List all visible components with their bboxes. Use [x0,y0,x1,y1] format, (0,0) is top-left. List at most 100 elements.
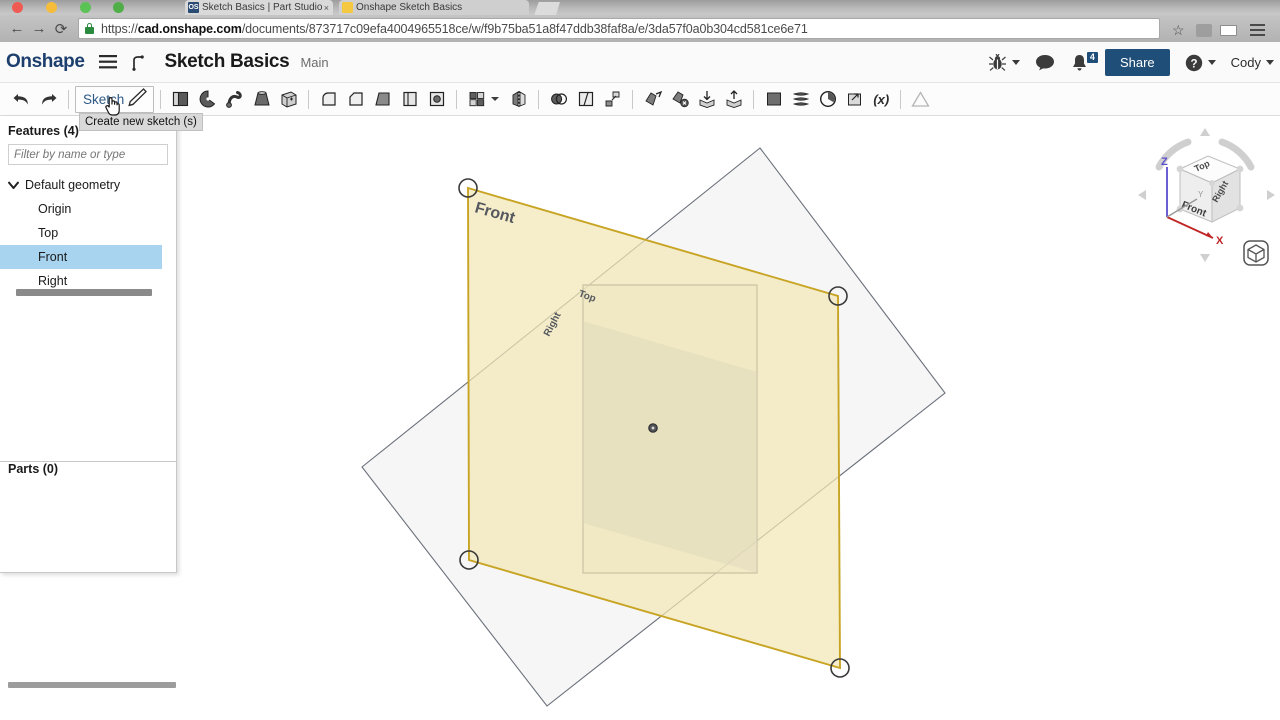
sweep-icon[interactable] [221,86,248,112]
origin-point-center [651,426,655,430]
workspace-label: Main [300,54,329,70]
feature-tree: Default geometry Origin Top Front Right [0,173,176,293]
plane-dropdown-caret-icon[interactable] [491,97,500,101]
user-name-label: Cody [1230,55,1261,70]
export-icon[interactable] [720,86,747,112]
forward-button[interactable]: → [28,20,50,37]
onshape-logo[interactable]: Onshape [6,51,85,73]
draft-icon[interactable] [369,86,396,112]
new-tab-button[interactable] [534,2,560,15]
warning-icon[interactable] [907,86,934,112]
user-menu[interactable]: Cody [1231,55,1274,70]
loft-icon[interactable] [248,86,275,112]
mirror-icon[interactable] [505,86,532,112]
delete-face-icon[interactable] [666,86,693,112]
hand-pointer-cursor [104,95,122,122]
panel-horizontal-scrollbar[interactable] [8,682,176,688]
url-host: cad.onshape.com [137,21,242,36]
extrude-icon[interactable] [167,86,194,112]
help-icon[interactable]: ? [1185,54,1216,72]
sidebar-item-front[interactable]: Front [0,245,162,269]
toolbar-divider [900,89,902,109]
fillet-icon[interactable] [315,86,342,112]
revolve-icon[interactable] [194,86,221,112]
window-minimize-button[interactable] [46,2,57,13]
back-button[interactable]: ← [6,20,28,37]
chevron-down-icon[interactable] [8,181,21,189]
shell-icon[interactable] [396,86,423,112]
undo-arrow-icon[interactable] [8,86,35,112]
browser-url-bar: ← → ⟳ https://cad.onshape.com/documents/… [0,15,1280,42]
thicken-icon[interactable] [275,86,302,112]
filter-input[interactable] [14,148,162,161]
tree-item-label: Origin [38,202,72,216]
bookmark-star-icon[interactable]: ☆ [1172,22,1185,39]
3d-viewport[interactable]: Front Top Right [177,116,1280,720]
toolbar-divider [538,89,540,109]
extension-icon-2[interactable] [1220,25,1237,36]
sidebar-item-origin[interactable]: Origin [0,197,162,221]
move-face-icon[interactable] [639,86,666,112]
share-button[interactable]: Share [1104,49,1170,76]
window-close-button[interactable] [12,2,23,13]
user-caret-icon[interactable] [1266,60,1274,65]
x-axis-line [1166,216,1214,239]
comment-icon[interactable] [1035,54,1055,71]
history-icon[interactable] [814,86,841,112]
help-caret-icon[interactable] [1207,60,1216,65]
tree-group-default-geometry[interactable]: Default geometry [0,173,176,197]
boolean-icon[interactable] [545,86,572,112]
y-axis-label: Y [1198,190,1204,199]
arrow-up-icon [1200,128,1210,136]
z-axis-label: Z [1161,156,1168,168]
feature-filter-box[interactable] [8,144,168,165]
url-path: /documents/873717c09efa4004965518ce/w/f9… [241,21,808,36]
feature-tree-rollback-bar[interactable] [16,289,152,296]
browser-tab-1-close-icon[interactable]: × [324,3,329,13]
layers-icon[interactable] [787,86,814,112]
hole-icon[interactable] [423,86,450,112]
lock-icon [85,23,94,34]
window-maximize-button[interactable] [80,2,91,13]
part-icon[interactable] [760,86,787,112]
viewport-canvas: Front Top Right [361,147,946,707]
window-extra-button[interactable] [113,2,124,13]
bug-caret-icon[interactable] [1011,60,1020,65]
derive-icon[interactable] [841,86,868,112]
split-icon[interactable] [572,86,599,112]
import-icon[interactable] [693,86,720,112]
folder-favicon [342,2,353,13]
redo-arrow-icon[interactable] [35,86,62,112]
reload-button[interactable]: ⟳ [50,20,72,38]
browser-tab-1[interactable]: OS Sketch Basics | Part Studio × [185,0,333,15]
browser-tab-2-label: Onshape Sketch Basics [356,2,463,13]
transform-icon[interactable] [599,86,626,112]
plane-icon[interactable] [463,86,490,112]
toolbar-divider [160,89,162,109]
variable-icon[interactable]: (x) [868,86,894,112]
extension-icon-1[interactable] [1196,24,1212,37]
chamfer-icon[interactable] [342,86,369,112]
parts-panel-title: Parts (0) [8,462,59,476]
browser-tab-1-label: Sketch Basics | Part Studio [202,2,323,13]
browser-menu-icon[interactable] [1250,24,1265,36]
tree-item-label: Front [38,250,68,264]
toolbar-divider [456,89,458,109]
page-title: Sketch Basics [164,51,290,72]
sketch-button-tooltip: Create new sketch (s) [79,113,203,131]
branch-icon[interactable] [131,54,145,71]
tree-item-label: Top [38,226,59,240]
tree-item-label: Right [38,274,68,288]
bug-icon[interactable] [988,53,1020,72]
hamburger-menu-icon[interactable] [98,55,117,69]
browser-tab-strip: OS Sketch Basics | Part Studio × Onshape… [0,0,1280,15]
feature-list-panel: Features (4) Default geometry Origin Top… [0,116,177,688]
browser-tab-2[interactable]: Onshape Sketch Basics [339,0,529,15]
header-right-actions: 4 Share ? Cody [973,42,1274,83]
arrow-right-icon [1267,190,1275,200]
sidebar-item-top[interactable]: Top [0,221,162,245]
address-bar[interactable]: https://cad.onshape.com/documents/873717… [78,18,1160,39]
toolbar-divider [308,89,310,109]
view-home-cube-icon[interactable] [1243,240,1269,266]
notification-bell-icon[interactable]: 4 [1070,51,1098,72]
